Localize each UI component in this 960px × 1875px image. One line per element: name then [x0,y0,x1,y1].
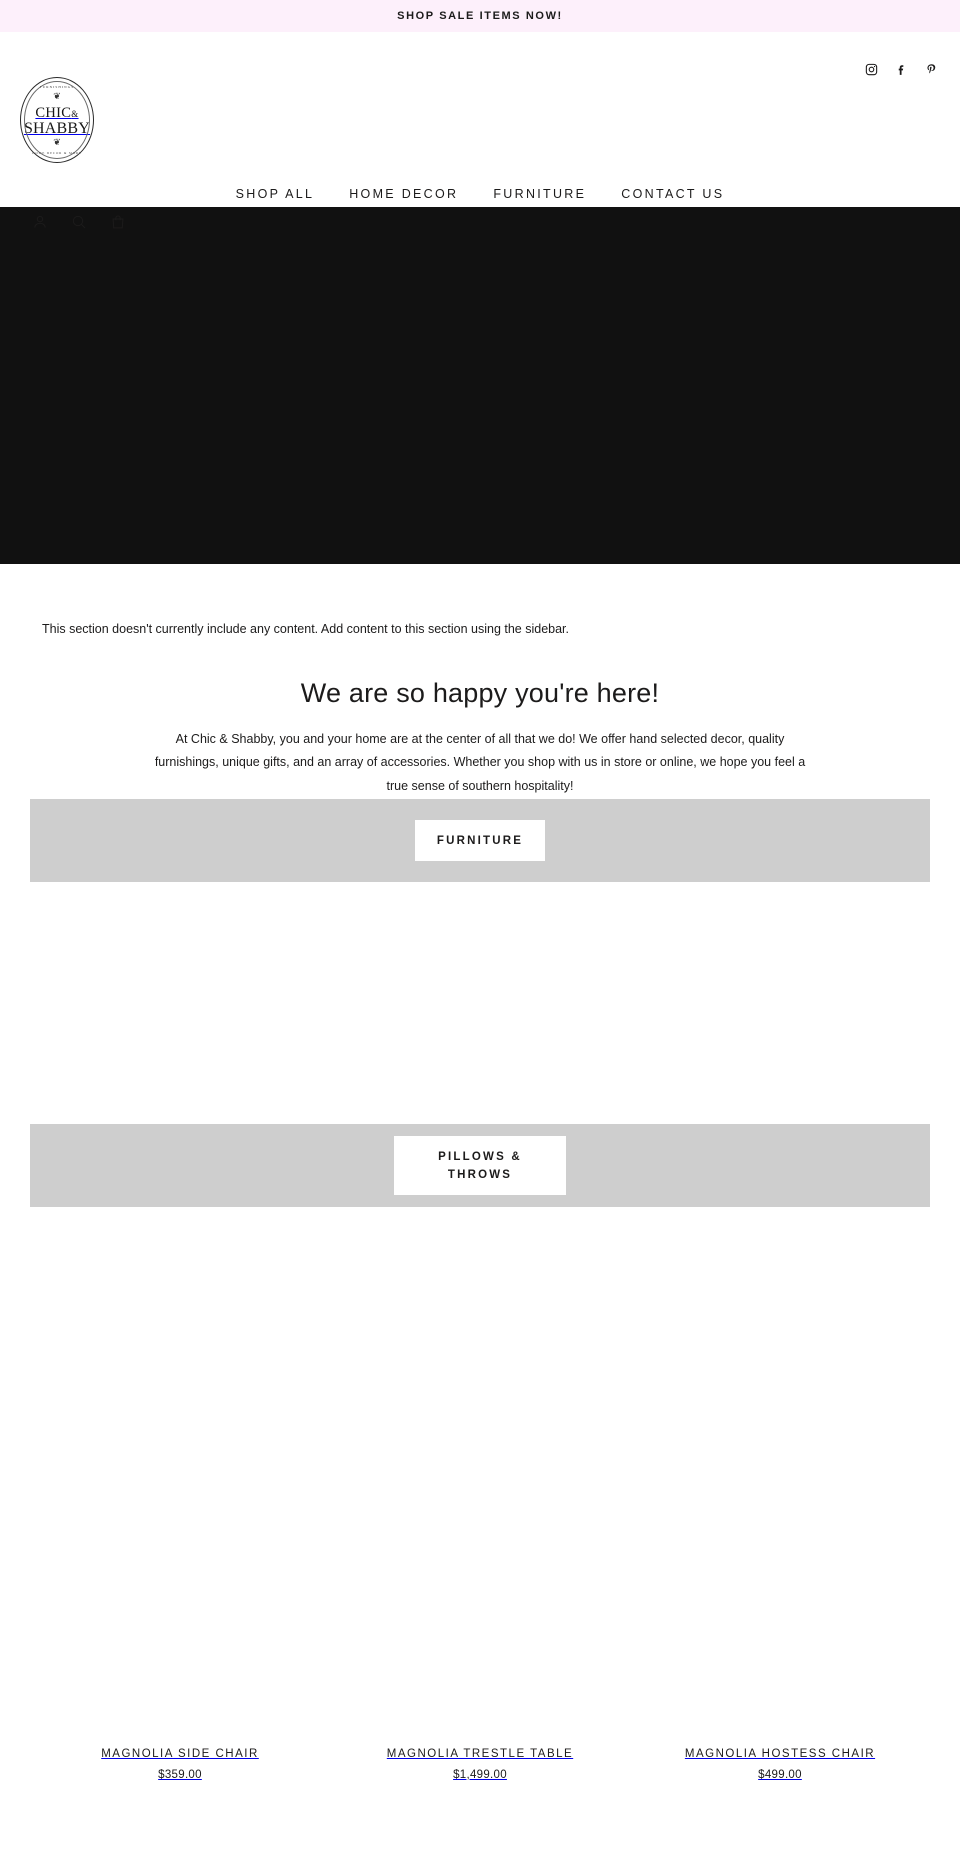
laurel-sprig-icon: ❦ [53,91,61,101]
product-title: MAGNOLIA HOSTESS CHAIR [684,1747,876,1760]
collection-furniture[interactable]: FURNITURE [30,798,930,1124]
pinterest-icon[interactable] [925,63,938,81]
announcement-text: SHOP SALE ITEMS NOW! [397,10,563,22]
collection-pillows-plate[interactable]: PILLOWS & THROWS [394,1135,566,1195]
social-links [865,63,938,81]
announcement-bar[interactable]: SHOP SALE ITEMS NOW! [0,0,960,32]
collection-pillows-throws[interactable]: PILLOWS & THROWS [30,1123,930,1748]
collection-furniture-label: FURNITURE [436,834,524,847]
nav-item-home-decor[interactable]: HOME DECOR [349,187,458,201]
nav-item-furniture[interactable]: FURNITURE [493,187,586,201]
welcome-heading: We are so happy you're here! [300,677,660,708]
site-header: FURNISHINGS ❦ CHIC& SHABBY ❦ HOME DECOR … [0,32,960,229]
hero-banner[interactable] [0,207,960,564]
product-price: $1,499.00 [453,1768,507,1781]
logo-bottom-arc-text: HOME DECOR & MORE [32,151,82,155]
product-card[interactable]: MAGNOLIA SIDE CHAIR $359.00 [30,1748,330,1781]
collection-pillows-band[interactable]: PILLOWS & THROWS [30,1123,930,1207]
empty-section-notice: This section doesn't currently include a… [42,622,570,636]
product-price: $359.00 [158,1768,202,1781]
welcome-paragraph: At Chic & Shabby, you and your home are … [154,731,806,794]
account-icon[interactable] [32,214,48,235]
main-navigation: SHOP ALL HOME DECOR FURNITURE CONTACT US [0,187,960,201]
search-icon[interactable] [71,214,87,235]
product-card[interactable]: MAGNOLIA HOSTESS CHAIR $499.00 [630,1748,930,1781]
collection-pillows-body [30,1206,930,1748]
logo-top-arc-text: FURNISHINGS [39,85,75,89]
collection-furniture-body [30,881,930,1124]
product-title: MAGNOLIA TRESTLE TABLE [386,1747,574,1760]
instagram-icon[interactable] [865,63,878,81]
product-card[interactable]: MAGNOLIA TRESTLE TABLE $1,499.00 [330,1748,630,1781]
collection-pillows-label: PILLOWS & THROWS [438,1150,522,1182]
collection-furniture-plate[interactable]: FURNITURE [414,819,546,861]
laurel-sprig-bottom-icon: ❦ [53,137,61,147]
nav-item-contact-us[interactable]: CONTACT US [621,187,724,201]
featured-products-grid: MAGNOLIA SIDE CHAIR $359.00 MAGNOLIA TRE… [30,1748,930,1781]
cart-icon[interactable] [110,214,126,235]
product-price: $499.00 [758,1768,802,1781]
collection-furniture-band[interactable]: FURNITURE [30,798,930,882]
facebook-icon[interactable] [895,63,908,81]
product-title: MAGNOLIA SIDE CHAIR [101,1747,259,1760]
site-logo[interactable]: FURNISHINGS ❦ CHIC& SHABBY ❦ HOME DECOR … [20,77,94,163]
header-utility-icons [32,214,126,235]
welcome-section: We are so happy you're here! At Chic & S… [0,677,960,799]
nav-item-shop-all[interactable]: SHOP ALL [236,187,315,201]
